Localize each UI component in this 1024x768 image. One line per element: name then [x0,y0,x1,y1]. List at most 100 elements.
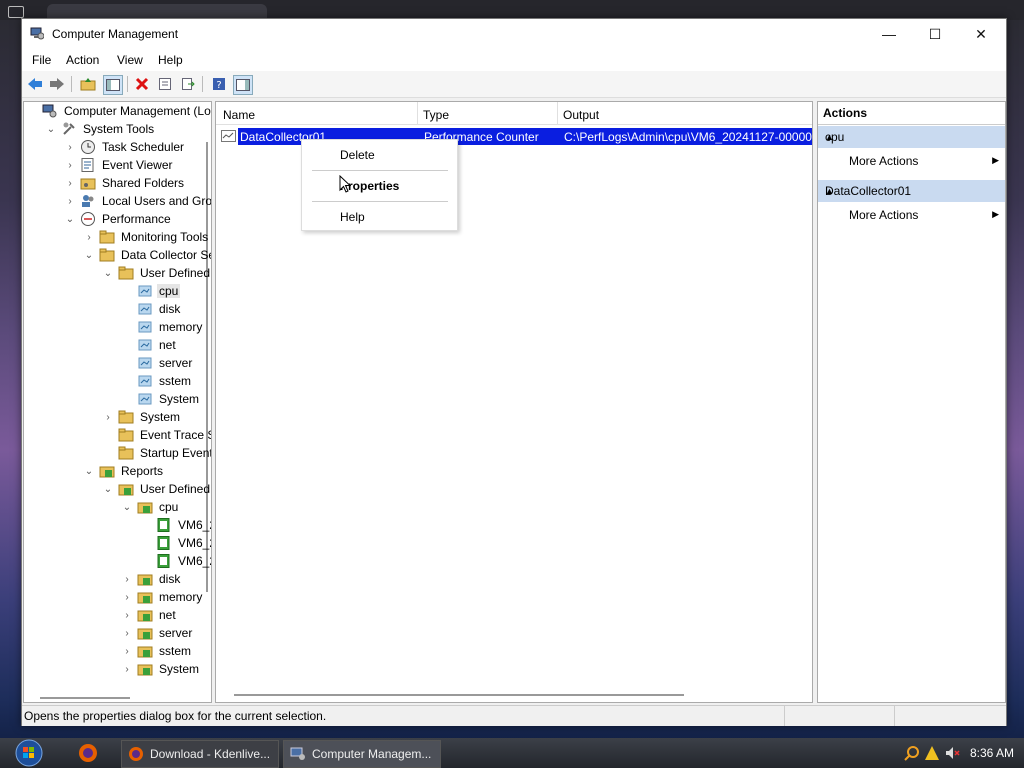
minimize-button[interactable]: — [866,19,912,49]
tree-item[interactable]: System [121,390,201,408]
tree-item[interactable]: sstem [121,372,193,390]
collapse-icon[interactable]: ▲ [825,186,999,196]
more-actions-cpu[interactable]: More Actions ▶ [818,150,1005,172]
context-delete[interactable]: Delete [340,148,375,162]
tree-item[interactable]: ⌄ User Defined [102,480,211,498]
chevron-down-icon[interactable]: ⌄ [83,250,95,261]
tree-item[interactable]: › sstem [121,642,193,660]
tree-item[interactable]: › memory [121,588,204,606]
tree-item[interactable]: disk [121,300,182,318]
show-hide-tree-icon[interactable] [103,75,123,95]
results-horizontal-scrollbar[interactable] [234,694,684,696]
tree-item[interactable]: ⌄ User Defined [102,264,211,282]
chevron-right-icon[interactable]: › [64,160,76,171]
tree-item[interactable]: ⌄ cpu [121,498,180,516]
chevron-right-icon[interactable]: › [64,196,76,207]
chevron-right-icon[interactable]: › [64,178,76,189]
tree-item[interactable]: ⌄ Data Collector Se [83,246,211,264]
column-output[interactable]: Output [563,108,599,122]
menu-action[interactable]: Action [66,53,99,67]
chevron-right-icon[interactable]: › [121,592,133,603]
maximize-button[interactable]: ☐ [912,19,958,49]
menu-view[interactable]: View [117,53,143,67]
more-actions-datacollector01[interactable]: More Actions ▶ [818,204,1005,226]
taskbar-kdenlive[interactable]: Download - Kdenlive... [121,740,279,768]
chevron-down-icon[interactable]: ⌄ [45,124,57,135]
tree-item[interactable]: › System [102,408,182,426]
delete-icon[interactable] [133,75,151,93]
tree-item[interactable]: ⌄ System Tools [45,120,156,138]
chevron-down-icon[interactable]: ⌄ [102,268,114,279]
tree-item-label: VM6_2 [178,554,211,568]
back-icon[interactable] [26,75,44,93]
chevron-right-icon[interactable]: › [64,142,76,153]
chevron-down-icon[interactable]: ⌄ [83,466,95,477]
tree-item-label: User Defined [140,482,211,496]
tree-item[interactable]: Computer Management (Lo [26,102,211,120]
action-section-datacollector01[interactable]: DataCollector01 ▲ [818,180,1005,202]
chevron-down-icon[interactable]: ⌄ [102,484,114,495]
tree-item-label: sstem [159,374,192,388]
tree-item[interactable]: net [121,336,178,354]
tree-item[interactable]: ⌄ Reports [83,462,165,480]
tree-item-label: System [159,662,200,676]
submenu-arrow-icon: ▶ [992,155,999,165]
chevron-right-icon[interactable]: › [121,610,133,621]
search-icon[interactable] [904,745,920,761]
tree-item[interactable]: › Local Users and Grou [64,192,212,210]
context-help[interactable]: Help [340,210,365,224]
chevron-right-icon[interactable]: › [121,628,133,639]
tree-item[interactable]: ⌄ Performance [64,210,173,228]
clock[interactable]: 8:36 AM [970,746,1014,760]
close-button[interactable]: ✕ [958,19,1004,49]
tree-item-label: Local Users and Grou [102,194,212,208]
column-type[interactable]: Type [423,108,449,122]
export-list-icon[interactable] [179,75,197,93]
help-icon[interactable]: ? [210,75,228,93]
tree-item[interactable]: VM6_2 [140,516,211,534]
chevron-right-icon[interactable]: › [121,664,133,675]
column-name[interactable]: Name [223,108,255,122]
tree-item[interactable]: › Event Viewer [64,156,174,174]
tree-item[interactable]: › Shared Folders [64,174,186,192]
clock-icon [80,139,96,155]
action-section-cpu[interactable]: cpu ▲ [818,126,1005,148]
show-hide-action-pane-icon[interactable] [233,75,253,95]
collapse-icon[interactable]: ▲ [825,132,999,142]
mouse-cursor-icon [339,175,351,193]
up-folder-icon[interactable] [79,75,97,93]
start-button[interactable] [8,738,50,768]
tree-item[interactable]: › Monitoring Tools [83,228,210,246]
menu-file[interactable]: File [32,53,51,67]
chevron-down-icon[interactable]: ⌄ [64,214,76,225]
chevron-right-icon[interactable]: › [83,232,95,243]
tree-item[interactable]: › System [121,660,201,678]
firefox-icon[interactable] [78,743,98,766]
tree-item[interactable]: VM6_2 [140,552,211,570]
tree-item[interactable]: › server [121,624,194,642]
chevron-right-icon[interactable]: › [121,574,133,585]
window-switch-icon[interactable] [8,6,24,18]
properties-icon[interactable] [156,75,174,93]
chevron-down-icon[interactable]: ⌄ [121,502,133,513]
volume-muted-icon[interactable] [944,745,960,761]
taskbar-computer-management[interactable]: Computer Managem... [283,740,441,768]
tree-item[interactable]: › disk [121,570,182,588]
tree-item[interactable]: memory [121,318,204,336]
chevron-right-icon[interactable]: › [102,412,114,423]
chevron-right-icon[interactable]: › [121,646,133,657]
tree-item[interactable]: Event Trace S [102,426,211,444]
tree-item[interactable]: › net [121,606,178,624]
forward-icon[interactable] [48,75,66,93]
menu-help[interactable]: Help [158,53,183,67]
navigation-tree[interactable]: Computer Management (Lo ⌄ System Tools › Tas… [23,101,212,703]
tree-item[interactable]: cpu [121,282,181,300]
tree-item[interactable]: VM6_2 [140,534,211,552]
tree-item[interactable]: server [121,354,194,372]
warning-icon[interactable] [924,745,940,761]
folder-icon [99,247,115,263]
tree-item[interactable]: › Task Scheduler [64,138,186,156]
shared-folder-icon [80,175,96,191]
tree-item[interactable]: Startup Event [102,444,211,462]
tree-horizontal-scrollbar[interactable] [24,692,211,702]
